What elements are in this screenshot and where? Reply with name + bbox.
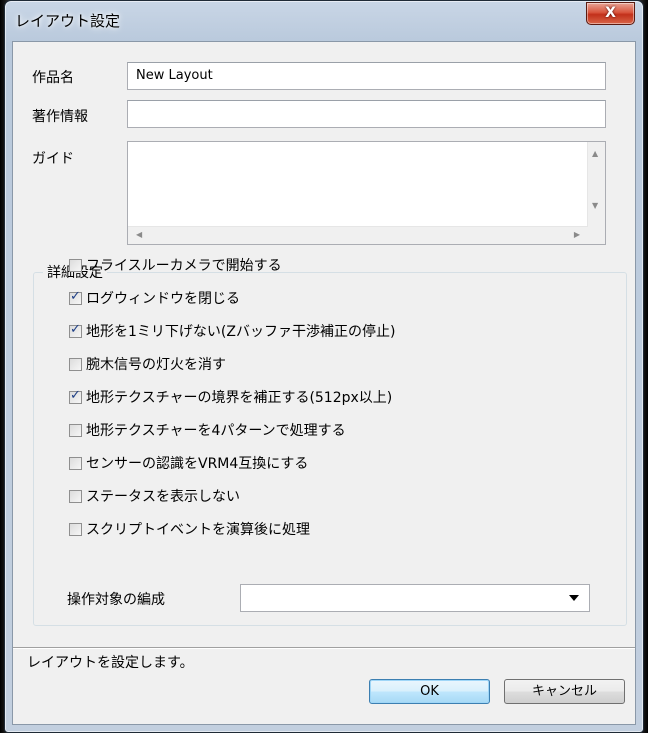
status-divider-highlight	[13, 648, 635, 649]
option-row[interactable]: 腕木信号の灯火を消す	[69, 354, 226, 374]
option-label: ログウィンドウを閉じる	[86, 291, 240, 307]
status-message: レイアウトを設定します。	[27, 655, 194, 671]
close-icon: X	[605, 5, 616, 21]
option-label: 腕木信号の灯火を消す	[86, 357, 226, 373]
close-button[interactable]: X	[586, 2, 635, 25]
title-field-label: 作品名	[32, 70, 74, 86]
guide-textarea[interactable]: ▲ ▼ ◀ ▶	[127, 141, 606, 245]
option-row[interactable]: ステータスを表示しない	[69, 486, 240, 506]
guide-horizontal-scrollbar[interactable]: ◀ ▶	[128, 226, 588, 244]
scroll-left-arrow-icon[interactable]: ◀	[136, 231, 142, 239]
scroll-down-arrow-icon[interactable]: ▼	[592, 202, 598, 210]
option-checkbox[interactable]	[69, 489, 82, 503]
option-checkbox[interactable]	[69, 388, 82, 404]
guide-vertical-scrollbar[interactable]: ▲ ▼	[587, 142, 605, 227]
option-row[interactable]: 地形テクスチャーの境界を補正する(512px以上)	[69, 387, 392, 407]
option-checkbox[interactable]	[69, 357, 82, 371]
dropdown-arrow-icon	[569, 595, 579, 601]
window-title: レイアウト設定	[15, 12, 121, 30]
option-label: 地形テクスチャーを4パターンで処理する	[86, 423, 346, 439]
option-label: スクリプトイベントを演算後に処理	[86, 522, 310, 538]
option-label: 地形を1ミリ下げない(Zバッファ干渉補正の停止)	[86, 324, 396, 340]
option-label: センサーの認識をVRM4互換にする	[86, 456, 309, 472]
option-label: フライスルーカメラで開始する	[86, 258, 282, 274]
copyright-field-label: 著作情報	[32, 109, 88, 125]
layout-settings-dialog: レイアウト設定 X 作品名 New Layout 著作情報 ガイド ▲ ▼ ◀ …	[4, 0, 644, 733]
option-label: 地形テクスチャーの境界を補正する(512px以上)	[86, 390, 393, 406]
option-row[interactable]: ログウィンドウを閉じる	[69, 288, 240, 308]
option-row[interactable]: 地形を1ミリ下げない(Zバッファ干渉補正の停止)	[69, 321, 395, 341]
option-label: ステータスを表示しない	[86, 489, 240, 505]
option-checkbox[interactable]	[69, 289, 82, 305]
control-target-label: 操作対象の編成	[67, 592, 165, 608]
scroll-up-arrow-icon[interactable]: ▲	[592, 150, 598, 158]
copyright-field[interactable]	[127, 100, 606, 128]
option-checkbox[interactable]	[69, 522, 82, 536]
option-checkbox[interactable]	[69, 258, 82, 272]
option-row[interactable]: スクリプトイベントを演算後に処理	[69, 519, 310, 539]
scroll-right-arrow-icon[interactable]: ▶	[574, 231, 580, 239]
ok-button[interactable]: OK	[369, 679, 490, 704]
title-field[interactable]: New Layout	[127, 62, 606, 90]
option-row[interactable]: センサーの認識をVRM4互換にする	[69, 453, 308, 473]
title-bar[interactable]: レイアウト設定 X	[5, 1, 643, 41]
option-row[interactable]: フライスルーカメラで開始する	[69, 255, 282, 275]
option-row[interactable]: 地形テクスチャーを4パターンで処理する	[69, 420, 346, 440]
dialog-body: 作品名 New Layout 著作情報 ガイド ▲ ▼ ◀ ▶ 詳細設定 フライ…	[12, 41, 636, 725]
scrollbar-corner	[588, 227, 605, 244]
option-checkbox[interactable]	[69, 456, 82, 470]
control-target-select[interactable]	[240, 584, 590, 612]
option-checkbox[interactable]	[69, 322, 82, 338]
cancel-button[interactable]: キャンセル	[504, 679, 625, 704]
guide-field-label: ガイド	[32, 151, 74, 167]
option-checkbox[interactable]	[69, 423, 82, 437]
